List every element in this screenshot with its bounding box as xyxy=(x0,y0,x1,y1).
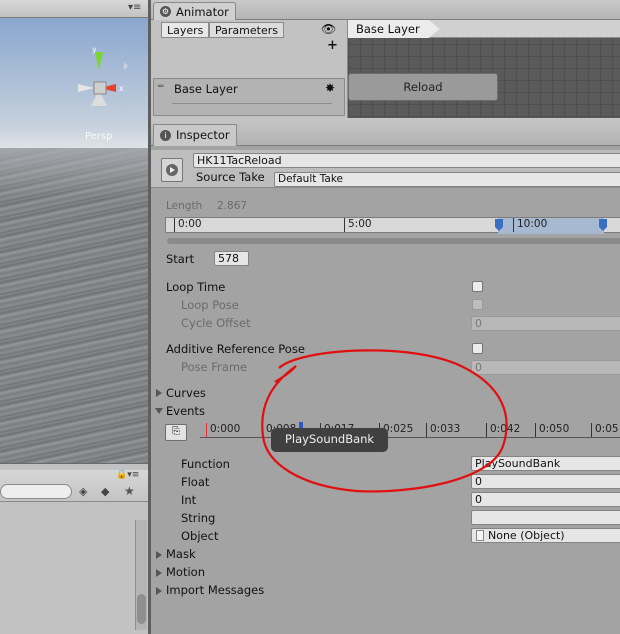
start-label: Start xyxy=(166,252,195,266)
string-label: String xyxy=(181,511,216,525)
cycle-offset-label: Cycle Offset xyxy=(181,316,251,330)
animator-tab-header: ⚙ Animator xyxy=(151,0,620,20)
breadcrumb: Base Layer xyxy=(348,20,620,38)
length-label: Length xyxy=(166,200,203,212)
state-node-reload[interactable]: Reload xyxy=(348,73,498,101)
animator-tab-label: Animator xyxy=(176,5,229,19)
project-search-input[interactable] xyxy=(0,484,72,499)
annotation-circle xyxy=(261,349,508,493)
mask-foldout[interactable]: Mask xyxy=(166,547,196,561)
curves-foldout-icon[interactable] xyxy=(156,389,162,397)
timeline-scrollbar[interactable] xyxy=(167,238,620,244)
layers-panel: Layers Parameters 👁 + ═ Base Layer ✸ xyxy=(151,20,348,118)
gizmo-x-label: x xyxy=(119,84,124,93)
eye-icon[interactable]: 👁 xyxy=(321,22,336,36)
function-label: Function xyxy=(181,457,230,471)
filter-type-icon[interactable]: ◈ xyxy=(79,485,87,498)
animator-window: ⚙ Animator Layers Parameters 👁 + ═ Base … xyxy=(151,0,620,118)
layer-weight-line xyxy=(172,103,332,104)
range-start-marker-icon[interactable] xyxy=(495,219,503,231)
animator-icon: ⚙ xyxy=(160,6,171,17)
breadcrumb-item[interactable]: Base Layer xyxy=(348,20,440,38)
scene-toolbar: ▾≡ xyxy=(0,0,149,18)
int-label: Int xyxy=(181,493,197,507)
inspector-tab-header: i Inspector xyxy=(151,118,620,146)
add-event-button[interactable]: ⎘ xyxy=(165,424,187,441)
loop-time-checkbox[interactable] xyxy=(472,281,483,292)
event-tick: 0:050 xyxy=(535,423,569,437)
layer-name: Base Layer xyxy=(174,82,238,96)
animator-tab[interactable]: ⚙ Animator xyxy=(153,2,236,20)
object-label: Object xyxy=(181,529,219,543)
drag-handle-icon[interactable]: ═ xyxy=(158,82,163,92)
cycle-offset-field: 0 xyxy=(471,316,620,331)
add-layer-icon[interactable]: + xyxy=(327,38,338,53)
scene-horizon xyxy=(0,148,149,198)
event-tick: 0:000 xyxy=(206,423,240,437)
loop-pose-label: Loop Pose xyxy=(181,298,239,312)
source-take-dropdown[interactable]: Default Take xyxy=(274,172,620,187)
object-file-icon xyxy=(476,530,484,541)
object-field[interactable]: None (Object) xyxy=(471,528,620,543)
start-field[interactable]: 578 xyxy=(214,251,249,266)
menu-icon[interactable]: ▾≡ xyxy=(128,2,141,13)
pose-frame-label: Pose Frame xyxy=(181,360,248,374)
project-scroll-thumb[interactable] xyxy=(137,594,146,624)
inspector-window: i Inspector HK11TacReload Source Take De… xyxy=(151,118,620,634)
layer-row[interactable]: ═ Base Layer ✸ xyxy=(153,78,345,116)
clip-header: HK11TacReload Source Take Default Take xyxy=(151,150,620,188)
event-tick: 0:05 xyxy=(591,423,619,437)
import-messages-foldout[interactable]: Import Messages xyxy=(166,583,264,597)
label-tag-icon[interactable]: ◆ xyxy=(101,485,109,498)
gizmo-y-label: y xyxy=(92,45,97,54)
tab-layers[interactable]: Layers xyxy=(161,22,210,38)
events-foldout-icon[interactable] xyxy=(155,408,163,414)
loop-time-label: Loop Time xyxy=(166,280,226,294)
float-label: Float xyxy=(181,475,210,489)
layer-settings-gear-icon[interactable]: ✸ xyxy=(325,81,335,95)
loop-pose-checkbox xyxy=(472,299,483,310)
motion-foldout-icon[interactable] xyxy=(156,569,162,577)
timeline-tick: 10:00 xyxy=(513,218,547,232)
curves-foldout[interactable]: Curves xyxy=(166,386,206,400)
timeline-tick: 0:00 xyxy=(174,218,202,232)
events-foldout[interactable]: Events xyxy=(166,404,205,418)
string-field[interactable] xyxy=(471,510,620,525)
clip-name-field[interactable]: HK11TacReload xyxy=(193,153,620,168)
tab-parameters[interactable]: Parameters xyxy=(209,22,284,38)
animation-clip-icon xyxy=(161,158,183,182)
persp-label[interactable]: Persp xyxy=(85,131,113,142)
orientation-gizmo-icon[interactable]: y x xyxy=(64,44,134,114)
range-end-marker-icon[interactable] xyxy=(599,219,607,231)
mask-foldout-icon[interactable] xyxy=(156,551,162,559)
object-field-value: None (Object) xyxy=(488,529,565,542)
import-messages-foldout-icon[interactable] xyxy=(156,587,162,595)
motion-foldout[interactable]: Motion xyxy=(166,565,205,579)
length-value: 2.867 xyxy=(217,200,248,212)
inspector-tab-label: Inspector xyxy=(176,128,230,142)
lock-icon[interactable]: 🔒▾≡ xyxy=(116,470,139,480)
scene-view[interactable]: ▾≡ y x Persp 🔒▾≡ ◈ ◆ ★ xyxy=(0,0,149,634)
source-take-label: Source Take xyxy=(196,170,265,184)
favorite-star-icon[interactable]: ★ xyxy=(124,484,135,498)
inspector-tab[interactable]: i Inspector xyxy=(153,124,237,146)
timeline-tick: 5:00 xyxy=(344,218,372,232)
info-icon: i xyxy=(160,130,171,141)
